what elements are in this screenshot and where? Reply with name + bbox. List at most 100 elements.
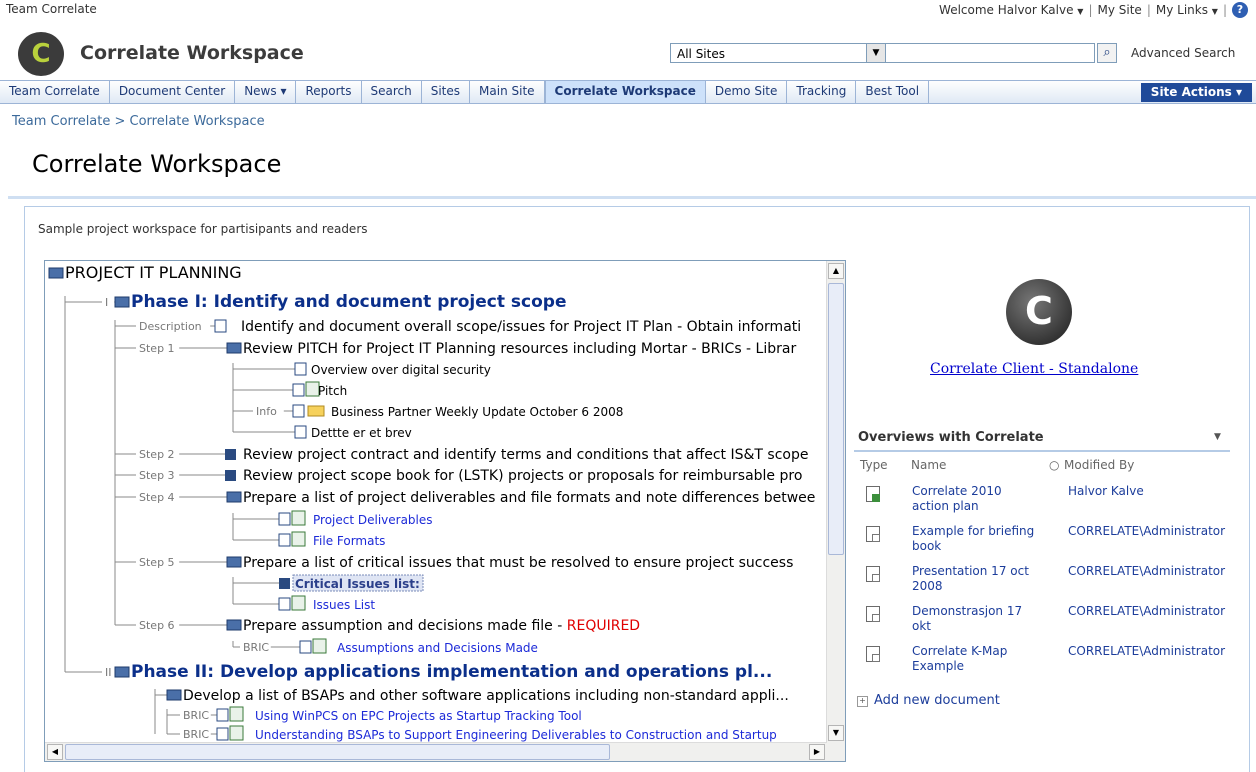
site-logo-icon[interactable]: C	[18, 32, 64, 76]
tree-node[interactable]: Step 2 Review project contract and identi…	[115, 447, 809, 463]
nav-tab[interactable]: Tracking	[787, 81, 857, 103]
correlate-doc-icon[interactable]	[866, 646, 880, 662]
nav-tab[interactable]: Team Correlate	[0, 81, 110, 103]
overview-doc-name[interactable]: Correlate K-Map Example	[912, 644, 1042, 674]
overview-modified-by[interactable]: CORRELATE\Administrator	[1068, 604, 1225, 618]
scroll-down-icon[interactable]: ▼	[828, 725, 844, 741]
correlate-client-logo-icon[interactable]: C	[1006, 279, 1072, 345]
nav-tab[interactable]: Demo Site	[706, 81, 788, 103]
tree-node-prefix: Description	[139, 320, 202, 333]
welcome-menu[interactable]: Welcome Halvor Kalve ▼	[939, 3, 1083, 17]
overview-modified-by[interactable]: CORRELATE\Administrator	[1068, 564, 1225, 578]
horizontal-scrollbar[interactable]: ◀ ▶	[45, 742, 827, 761]
tree-node-label: Review project contract and identify ter…	[243, 447, 809, 463]
correlate-doc-icon[interactable]	[866, 526, 880, 542]
nav-tab[interactable]: Main Site	[470, 81, 545, 103]
tree-node[interactable]: PROJECT IT PLANNING	[48, 263, 242, 282]
correlate-tree-viewer[interactable]: PROJECT IT PLANNING I Phase I: Identify an…	[44, 260, 846, 762]
tree-node[interactable]: BRIC Using WinPCS on EPC Projects as Star…	[167, 706, 582, 723]
col-modified-header[interactable]: Modified By	[1064, 458, 1134, 472]
excel-doc-icon[interactable]	[866, 486, 880, 502]
scroll-up-icon[interactable]: ▲	[828, 263, 844, 279]
overview-doc-name[interactable]: Demonstrasjon 17 okt	[912, 604, 1042, 634]
overview-doc-name[interactable]: Example for briefing book	[912, 524, 1042, 554]
tree-node[interactable]: Critical Issues list:	[233, 574, 424, 592]
site-name-link[interactable]: Team Correlate	[6, 2, 97, 16]
overview-modified-by[interactable]: CORRELATE\Administrator	[1068, 644, 1225, 658]
tree-node[interactable]: Overview over digital security	[233, 362, 491, 377]
vertical-scroll-thumb[interactable]	[828, 283, 844, 555]
tree-node[interactable]: BRIC Assumptions and Decisions Made	[233, 638, 538, 655]
search-input[interactable]	[885, 43, 1095, 63]
tree-node[interactable]: File Formats	[233, 531, 385, 548]
col-name-header[interactable]: Name	[911, 458, 946, 472]
vertical-scrollbar[interactable]: ▲ ▼	[826, 261, 845, 743]
nav-tab[interactable]: News ▾	[235, 81, 297, 103]
tree-node[interactable]: Pitch	[233, 381, 347, 398]
tree-node[interactable]: BRIC Understanding BSAPs to Support Engin…	[167, 725, 777, 742]
tree-node[interactable]: Project Deliverables	[233, 510, 433, 527]
correlate-doc-icon[interactable]	[866, 566, 880, 582]
folder-icon	[226, 342, 242, 354]
tree-node[interactable]: Step 4 Prepare a list of project delivera…	[115, 490, 815, 506]
nav-tab[interactable]: Reports	[296, 81, 362, 103]
horizontal-scroll-thumb[interactable]	[65, 744, 610, 760]
mail-icon	[307, 405, 325, 417]
collapsed-node-icon	[225, 449, 236, 460]
chevron-down-icon[interactable]: ▼	[866, 44, 885, 62]
tree-node[interactable]: Info Business Partner Weekly Update Octob…	[233, 404, 623, 419]
tree-node-prefix: Step 1	[139, 342, 175, 355]
search-icon[interactable]: ⌕	[1097, 43, 1117, 63]
required-flag: REQUIRED	[567, 618, 640, 634]
correlate-doc-icon[interactable]	[866, 606, 880, 622]
workspace-description: Sample project workspace for partisipant…	[38, 222, 368, 236]
search-scope-value: All Sites	[677, 47, 725, 61]
search-scope-select[interactable]: All Sites ▼	[670, 43, 886, 63]
tree-node[interactable]: II Phase II: Develop applications impleme…	[65, 662, 772, 682]
tree-node[interactable]: Step 1 Review PITCH for Project IT Planni…	[115, 341, 796, 357]
tree-node-text: Assumptions and Decisions Made	[337, 641, 538, 655]
tree-node-prefix: Step 5	[139, 556, 175, 569]
nav-tab[interactable]: Search	[362, 81, 422, 103]
tree-node[interactable]: Step 3 Review project scope book for (LST…	[115, 468, 802, 484]
my-links-menu[interactable]: My Links ▼	[1156, 3, 1218, 17]
overview-modified-by[interactable]: Halvor Kalve	[1068, 484, 1144, 498]
tree-node[interactable]: Step 5 Prepare a list of critical issues …	[115, 555, 793, 571]
tree-canvas[interactable]: PROJECT IT PLANNING I Phase I: Identify an…	[45, 261, 827, 743]
scroll-left-icon[interactable]: ◀	[47, 744, 63, 760]
tree-node[interactable]: Develop a list of BSAPs and other softwa…	[155, 688, 789, 704]
tree-node[interactable]: Dettte er et brev	[233, 425, 412, 440]
tree-node-text: Project Deliverables	[313, 513, 433, 527]
site-actions-button[interactable]: Site Actions ▾	[1140, 83, 1252, 102]
correlate-client-link[interactable]: Correlate Client - Standalone	[930, 361, 1138, 377]
overview-modified-by[interactable]: CORRELATE\Administrator	[1068, 524, 1225, 538]
col-type-header[interactable]: Type	[860, 458, 888, 472]
tree-node[interactable]: Step 6 Prepare assumption and decisions m…	[115, 618, 640, 634]
tree-node[interactable]: I Phase I: Identify and document project …	[65, 292, 566, 312]
site-title[interactable]: Correlate Workspace	[80, 42, 304, 64]
tree-node[interactable]: Issues List	[233, 595, 375, 612]
add-new-document-link[interactable]: + Add new document	[857, 693, 1000, 708]
modified-filter-icon[interactable]: ○	[1049, 458, 1059, 472]
chevron-down-icon[interactable]: ▼	[1214, 432, 1221, 442]
nav-tab-label: Demo Site	[714, 84, 778, 98]
scroll-right-icon[interactable]: ▶	[809, 744, 825, 760]
tree-node-text: Pitch	[318, 384, 347, 398]
my-site-link[interactable]: My Site	[1098, 3, 1142, 17]
nav-tab[interactable]: Best Tool	[856, 81, 930, 103]
nav-tab-label: Team Correlate	[9, 84, 100, 98]
nav-tab[interactable]: Document Center	[110, 81, 236, 103]
overview-doc-name[interactable]: Correlate 2010 action plan	[912, 484, 1042, 514]
advanced-search-link[interactable]: Advanced Search	[1131, 46, 1235, 60]
tree-node[interactable]: Description Identify and document overall…	[115, 319, 801, 335]
add-new-label: Add new document	[874, 693, 1000, 708]
help-icon[interactable]: ?	[1232, 2, 1248, 18]
overview-doc-name[interactable]: Presentation 17 oct 2008	[912, 564, 1042, 594]
nav-tab[interactable]: Sites	[422, 81, 471, 103]
tree-node-text: Prepare assumption and decisions made fi…	[243, 618, 567, 634]
breadcrumb[interactable]: Team Correlate > Correlate Workspace	[12, 114, 265, 129]
nav-tab[interactable]: Correlate Workspace	[544, 81, 706, 103]
document-icon	[278, 597, 291, 611]
document-icon	[214, 319, 227, 333]
tree-node-label: Understanding BSAPs to Support Engineeri…	[255, 728, 777, 742]
